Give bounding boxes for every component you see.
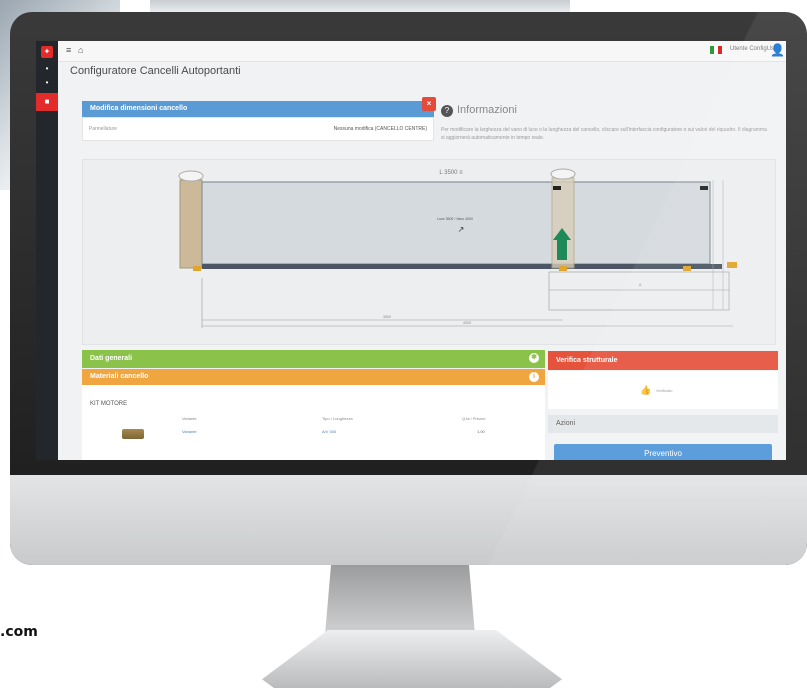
website-domain-text: .com: [0, 624, 38, 640]
arrow-up-icon[interactable]: [557, 238, 567, 260]
bottom-dimension-label: 4000: [463, 321, 471, 325]
dot-icon[interactable]: •: [41, 63, 53, 75]
middle-wheel: [559, 266, 567, 271]
structural-check-body: 👍 Verificato: [548, 371, 778, 409]
right-pillar-cap: [550, 168, 576, 180]
info-title: Informazioni: [457, 104, 517, 116]
monitor-bezel: ✦ • • ■ ≡ ⌂ Utente ConfigUser 👤 Configur…: [10, 12, 807, 565]
kit-image: [122, 429, 144, 439]
kit-title: KIT MOTORE: [90, 401, 128, 407]
sidebar-item-gate[interactable]: ■: [36, 93, 58, 111]
gate-panel[interactable]: [201, 181, 711, 265]
bottom-dimension-label: 3500: [383, 315, 391, 319]
dimensions-panel-header: Modifica dimensioni cancello ×: [82, 97, 436, 117]
user-icon[interactable]: 👤: [770, 43, 785, 57]
actions-header: Azioni: [548, 415, 778, 433]
info-text: Per modificare la larghezza del vano di …: [441, 127, 767, 141]
home-icon[interactable]: ⌂: [78, 45, 83, 55]
sidebar: ✦ • • ■: [36, 41, 58, 460]
gate-icon: ■: [44, 97, 50, 106]
top-bar: ≡ ⌂ Utente ConfigUser 👤: [58, 41, 786, 62]
left-pillar-cap: [178, 170, 204, 182]
table-cell: 1,00: [477, 429, 485, 434]
quote-button[interactable]: Preventivo: [554, 444, 772, 460]
gate-drawing-svg: L 3500 ≡ Luce 3500 / Vano 4000 ↗ 3500 40…: [178, 168, 737, 328]
motor-label: A: [639, 283, 642, 287]
motor-box: [548, 271, 730, 311]
app-screen: ✦ • • ■ ≡ ⌂ Utente ConfigUser 👤 Configur…: [36, 41, 786, 460]
structural-check-title: Verifica strutturale: [556, 357, 618, 364]
info-icon: ?: [441, 105, 453, 117]
logo-icon[interactable]: ✦: [41, 46, 53, 58]
monitor-base: [262, 630, 562, 688]
left-wheel: [193, 266, 201, 271]
monitor-stand: [325, 565, 475, 635]
thumbs-up-icon: 👍: [640, 385, 652, 395]
materials-title: Materiali cancello: [90, 373, 149, 380]
dimensions-panel-body: Pannellature Nessuna modifica (CANCELLO …: [82, 117, 434, 141]
left-pillar: [179, 179, 203, 269]
end-stop: [727, 262, 737, 268]
close-icon[interactable]: ×: [422, 97, 436, 111]
general-data-header[interactable]: Dati generali ✱: [82, 350, 545, 368]
field-label: Pannellature: [89, 126, 118, 132]
column-header: Tipo / Lunghezza: [322, 416, 353, 421]
latch-icon: [553, 186, 561, 190]
column-header: Q.tà / Prezzo: [462, 416, 486, 421]
gate-drawing[interactable]: L 3500 ≡ Luce 3500 / Vano 4000 ↗ 3500 40…: [82, 159, 776, 345]
table-cell[interactable]: Variante: [182, 429, 197, 434]
latch-icon: [700, 186, 708, 190]
materials-header[interactable]: Materiali cancello i: [82, 369, 545, 385]
field-value[interactable]: Nessuna modifica (CANCELLO CENTRE): [334, 126, 427, 132]
right-wheel: [683, 266, 691, 271]
info-circle-icon[interactable]: i: [529, 372, 539, 382]
table-cell[interactable]: A/V 400: [322, 429, 336, 434]
center-label: Luce 3500 / Vano 4000: [437, 217, 473, 221]
structural-check-header: Verifica strutturale: [548, 351, 778, 370]
column-header: Variante: [182, 416, 197, 421]
structural-status: Verificato: [656, 388, 673, 393]
gear-icon[interactable]: ✱: [529, 353, 539, 363]
materials-list: KIT MOTORE Variante Tipo / Lunghezza Q.t…: [82, 385, 545, 460]
gate-rail: [202, 264, 722, 269]
dimensions-panel-title: Modifica dimensioni cancello: [90, 105, 188, 112]
page-title: Configuratore Cancelli Autoportanti: [70, 65, 241, 77]
dot-icon[interactable]: •: [41, 77, 53, 89]
general-data-title: Dati generali: [90, 355, 133, 362]
menu-icon[interactable]: ≡: [66, 45, 71, 55]
language-flag-icon[interactable]: [710, 46, 722, 54]
cursor-icon: ↗: [458, 225, 465, 234]
top-dimension-label: L 3500 ≡: [439, 170, 463, 176]
